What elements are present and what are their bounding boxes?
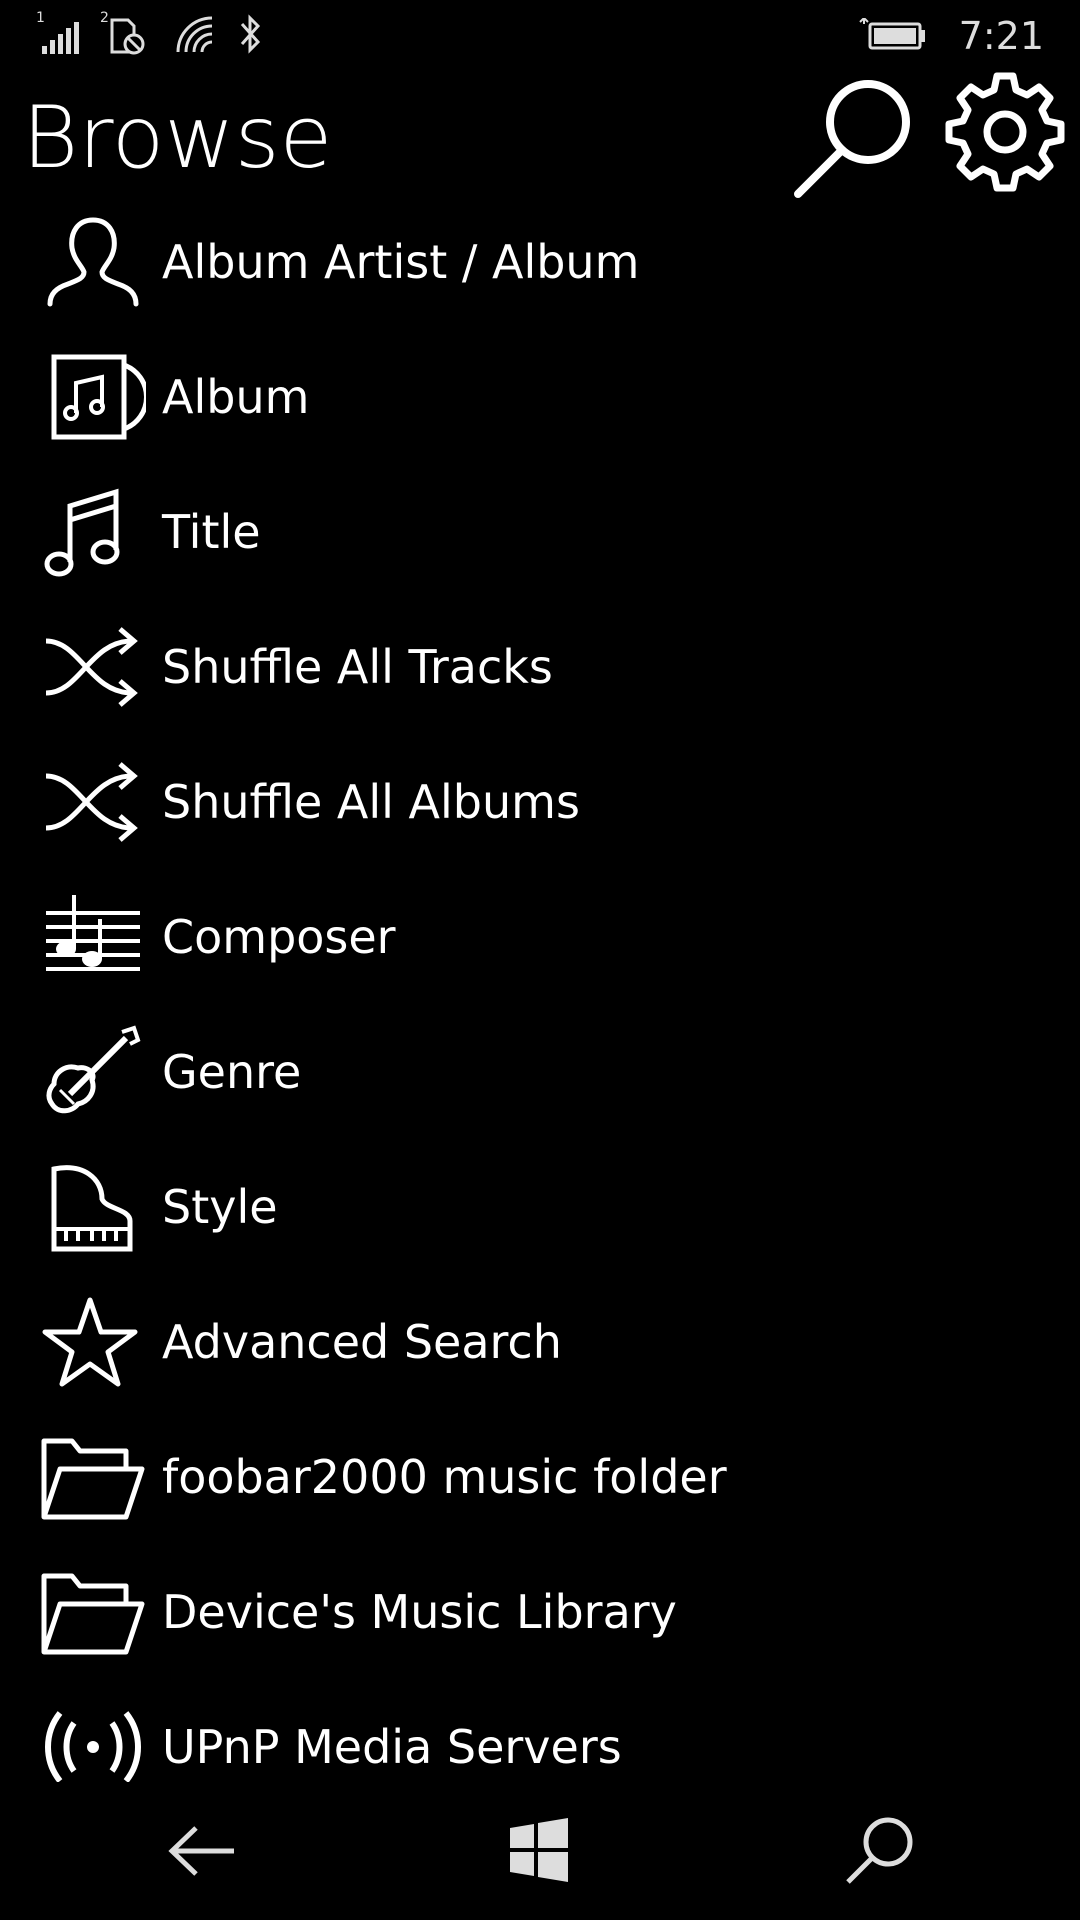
list-item-label: Advanced Search	[162, 1314, 562, 1369]
windows-logo-icon	[510, 1818, 568, 1882]
list-item-label: Shuffle All Albums	[162, 774, 580, 829]
list-item-composer[interactable]: Composer	[0, 869, 1080, 1004]
back-arrow-icon	[168, 1826, 234, 1876]
wifi-icon	[176, 16, 213, 53]
list-item-shuffle-all-albums[interactable]: Shuffle All Albums	[0, 734, 1080, 869]
list-item-foobar2000-music-folder[interactable]: foobar2000 music folder	[0, 1409, 1080, 1544]
list-item-label: Genre	[162, 1044, 302, 1099]
list-item-label: Device's Music Library	[162, 1584, 677, 1639]
list-item-label: Shuffle All Tracks	[162, 639, 553, 694]
search-nav-button[interactable]	[834, 1806, 924, 1896]
back-button[interactable]	[158, 1806, 248, 1896]
list-item-advanced-search[interactable]: Advanced Search	[0, 1274, 1080, 1409]
search-button[interactable]	[790, 70, 920, 200]
clock: 7:21	[958, 14, 1044, 58]
list-item-album[interactable]: Album	[0, 329, 1080, 464]
guitar-icon	[40, 1024, 146, 1120]
battery-icon	[859, 18, 925, 50]
sheet-music-icon	[40, 889, 146, 985]
search-icon	[846, 1817, 913, 1884]
gear-icon	[945, 72, 1065, 192]
list-item-style[interactable]: Style	[0, 1139, 1080, 1274]
list-item-label: Album	[162, 369, 310, 424]
list-item-label: foobar2000 music folder	[162, 1449, 727, 1504]
signal-sim2-icon: 2	[100, 10, 145, 55]
folder-icon	[40, 1564, 146, 1660]
browse-list: Album Artist / Album Album Title Shuffle…	[0, 194, 1080, 1814]
bluetooth-icon	[240, 14, 261, 54]
settings-button[interactable]	[938, 70, 1068, 200]
music-note-icon	[40, 484, 146, 580]
signal-sim1-icon: 1	[36, 10, 79, 54]
list-item-label: Title	[162, 504, 261, 559]
start-button[interactable]	[494, 1806, 584, 1896]
list-item-label: UPnP Media Servers	[162, 1719, 622, 1774]
piano-icon	[40, 1159, 146, 1255]
list-item-label: Composer	[162, 909, 396, 964]
list-item-label: Album Artist / Album	[162, 234, 640, 289]
list-item-album-artist[interactable]: Album Artist / Album	[0, 194, 1080, 329]
page-title: Browse	[22, 88, 333, 188]
list-item-device-music-library[interactable]: Device's Music Library	[0, 1544, 1080, 1679]
list-item-title[interactable]: Title	[0, 464, 1080, 599]
list-item-genre[interactable]: Genre	[0, 1004, 1080, 1139]
shuffle-icon	[40, 619, 146, 715]
svg-text:1: 1	[36, 10, 45, 26]
list-item-label: Style	[162, 1179, 278, 1234]
shuffle-icon	[40, 754, 146, 850]
search-icon	[794, 80, 910, 198]
navigation-bar	[0, 1782, 1080, 1920]
folder-icon	[40, 1429, 146, 1525]
list-item-shuffle-all-tracks[interactable]: Shuffle All Tracks	[0, 599, 1080, 734]
person-icon	[40, 214, 146, 310]
album-icon	[40, 349, 150, 445]
status-bar: 1 2 7:21	[0, 0, 1080, 70]
svg-text:2: 2	[100, 10, 109, 26]
star-icon	[40, 1294, 146, 1390]
broadcast-icon	[40, 1699, 146, 1795]
